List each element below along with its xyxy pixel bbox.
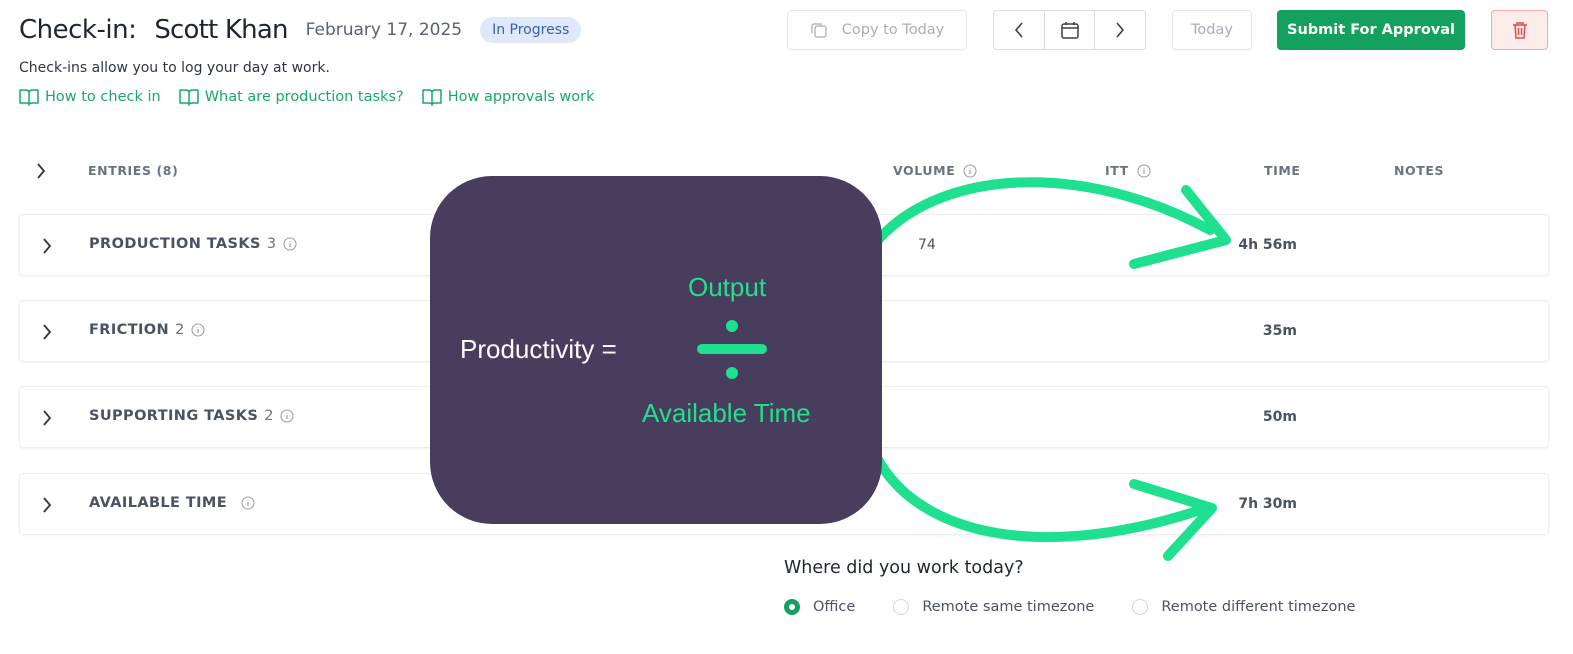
book-open-icon [178,89,199,106]
calendar-button[interactable] [1043,11,1095,49]
division-sign-icon [697,320,767,379]
chevron-right-icon [43,324,52,340]
radio-remote-different-timezone[interactable]: Remote different timezone [1132,599,1355,615]
column-header-volume: VOLUME [893,163,977,178]
chevron-left-icon [1014,22,1023,38]
chevron-right-icon[interactable] [35,162,47,180]
book-open-icon [19,89,39,106]
chevron-right-icon [43,410,52,426]
radio-remote-same-timezone[interactable]: Remote same timezone [893,599,1094,615]
info-icon[interactable] [963,163,977,178]
entry-group-label: AVAILABLE TIME [89,495,255,511]
chevron-right-icon [1116,22,1125,38]
page-description: Check-ins allow you to log your day at w… [19,60,330,76]
entry-time: 7h 30m [1238,496,1297,512]
entry-group-label: PRODUCTION TASKS 3 [89,236,297,252]
radio-button-selected[interactable] [784,599,800,615]
info-icon[interactable] [1137,163,1151,178]
info-icon[interactable] [191,323,205,337]
radio-label: Remote different timezone [1161,599,1356,615]
info-icon[interactable] [282,237,297,251]
copy-icon [811,23,827,38]
today-button[interactable]: Today [1172,10,1252,50]
chevron-right-icon [43,497,52,513]
radio-button[interactable] [1132,599,1149,615]
entry-count: 2 [175,322,185,338]
radio-button[interactable] [893,599,910,615]
work-location-options: Office Remote same timezone Remote diffe… [784,599,1355,615]
status-badge: In Progress [480,17,582,43]
date-navigator [993,10,1146,50]
copy-to-today-label: Copy to Today [841,22,945,38]
previous-day-button[interactable] [994,11,1044,49]
copy-to-today-button[interactable]: Copy to Today [787,10,967,50]
submit-for-approval-button[interactable]: Submit For Approval [1277,10,1465,50]
entry-group-label: FRICTION 2 [89,322,205,338]
chevron-right-icon [43,238,52,254]
entry-count: 2 [264,408,274,424]
formula-numerator: Output [688,272,767,302]
entry-time: 35m [1262,323,1297,339]
trash-icon [1512,22,1527,39]
info-icon[interactable] [241,496,255,510]
entry-time: 4h 56m [1238,237,1297,253]
help-link-approvals[interactable]: How approvals work [421,88,595,106]
productivity-label: Productivity = [460,334,617,364]
column-header-entries: ENTRIES (8) [88,163,179,178]
entry-time: 50m [1262,409,1297,425]
help-link-label: How to check in [45,89,161,105]
entry-group-label: SUPPORTING TASKS 2 [89,408,294,424]
help-link-how-to-check-in[interactable]: How to check in [19,88,161,106]
delete-button[interactable] [1491,10,1548,50]
work-location-question: Where did you work today? [784,558,1024,578]
help-link-label: What are production tasks? [204,89,404,105]
employee-name: Scott Khan [154,15,288,45]
column-header-time: TIME [1264,163,1301,178]
page-header: Check-in: Scott Khan February 17, 2025 I… [19,8,582,52]
radio-label: Office [813,599,856,615]
formula-denominator: Available Time [642,398,811,428]
book-open-icon [421,89,442,106]
help-links: How to check in What are production task… [19,88,595,106]
radio-office[interactable]: Office [784,599,855,615]
checkin-date: February 17, 2025 [305,20,463,40]
next-day-button[interactable] [1094,11,1145,49]
entry-count: 3 [266,236,277,252]
radio-label: Remote same timezone [922,599,1095,615]
info-icon[interactable] [280,409,294,423]
column-header-itt: ITT [1105,163,1151,178]
productivity-formula-card: Productivity = Output Available Time [430,176,882,524]
help-link-label: How approvals work [447,89,595,105]
page-title: Check-in: [19,15,137,45]
calendar-icon [1060,22,1079,39]
entry-volume: 74 [918,237,936,253]
column-header-notes: NOTES [1394,163,1445,178]
help-link-production-tasks[interactable]: What are production tasks? [178,88,404,106]
